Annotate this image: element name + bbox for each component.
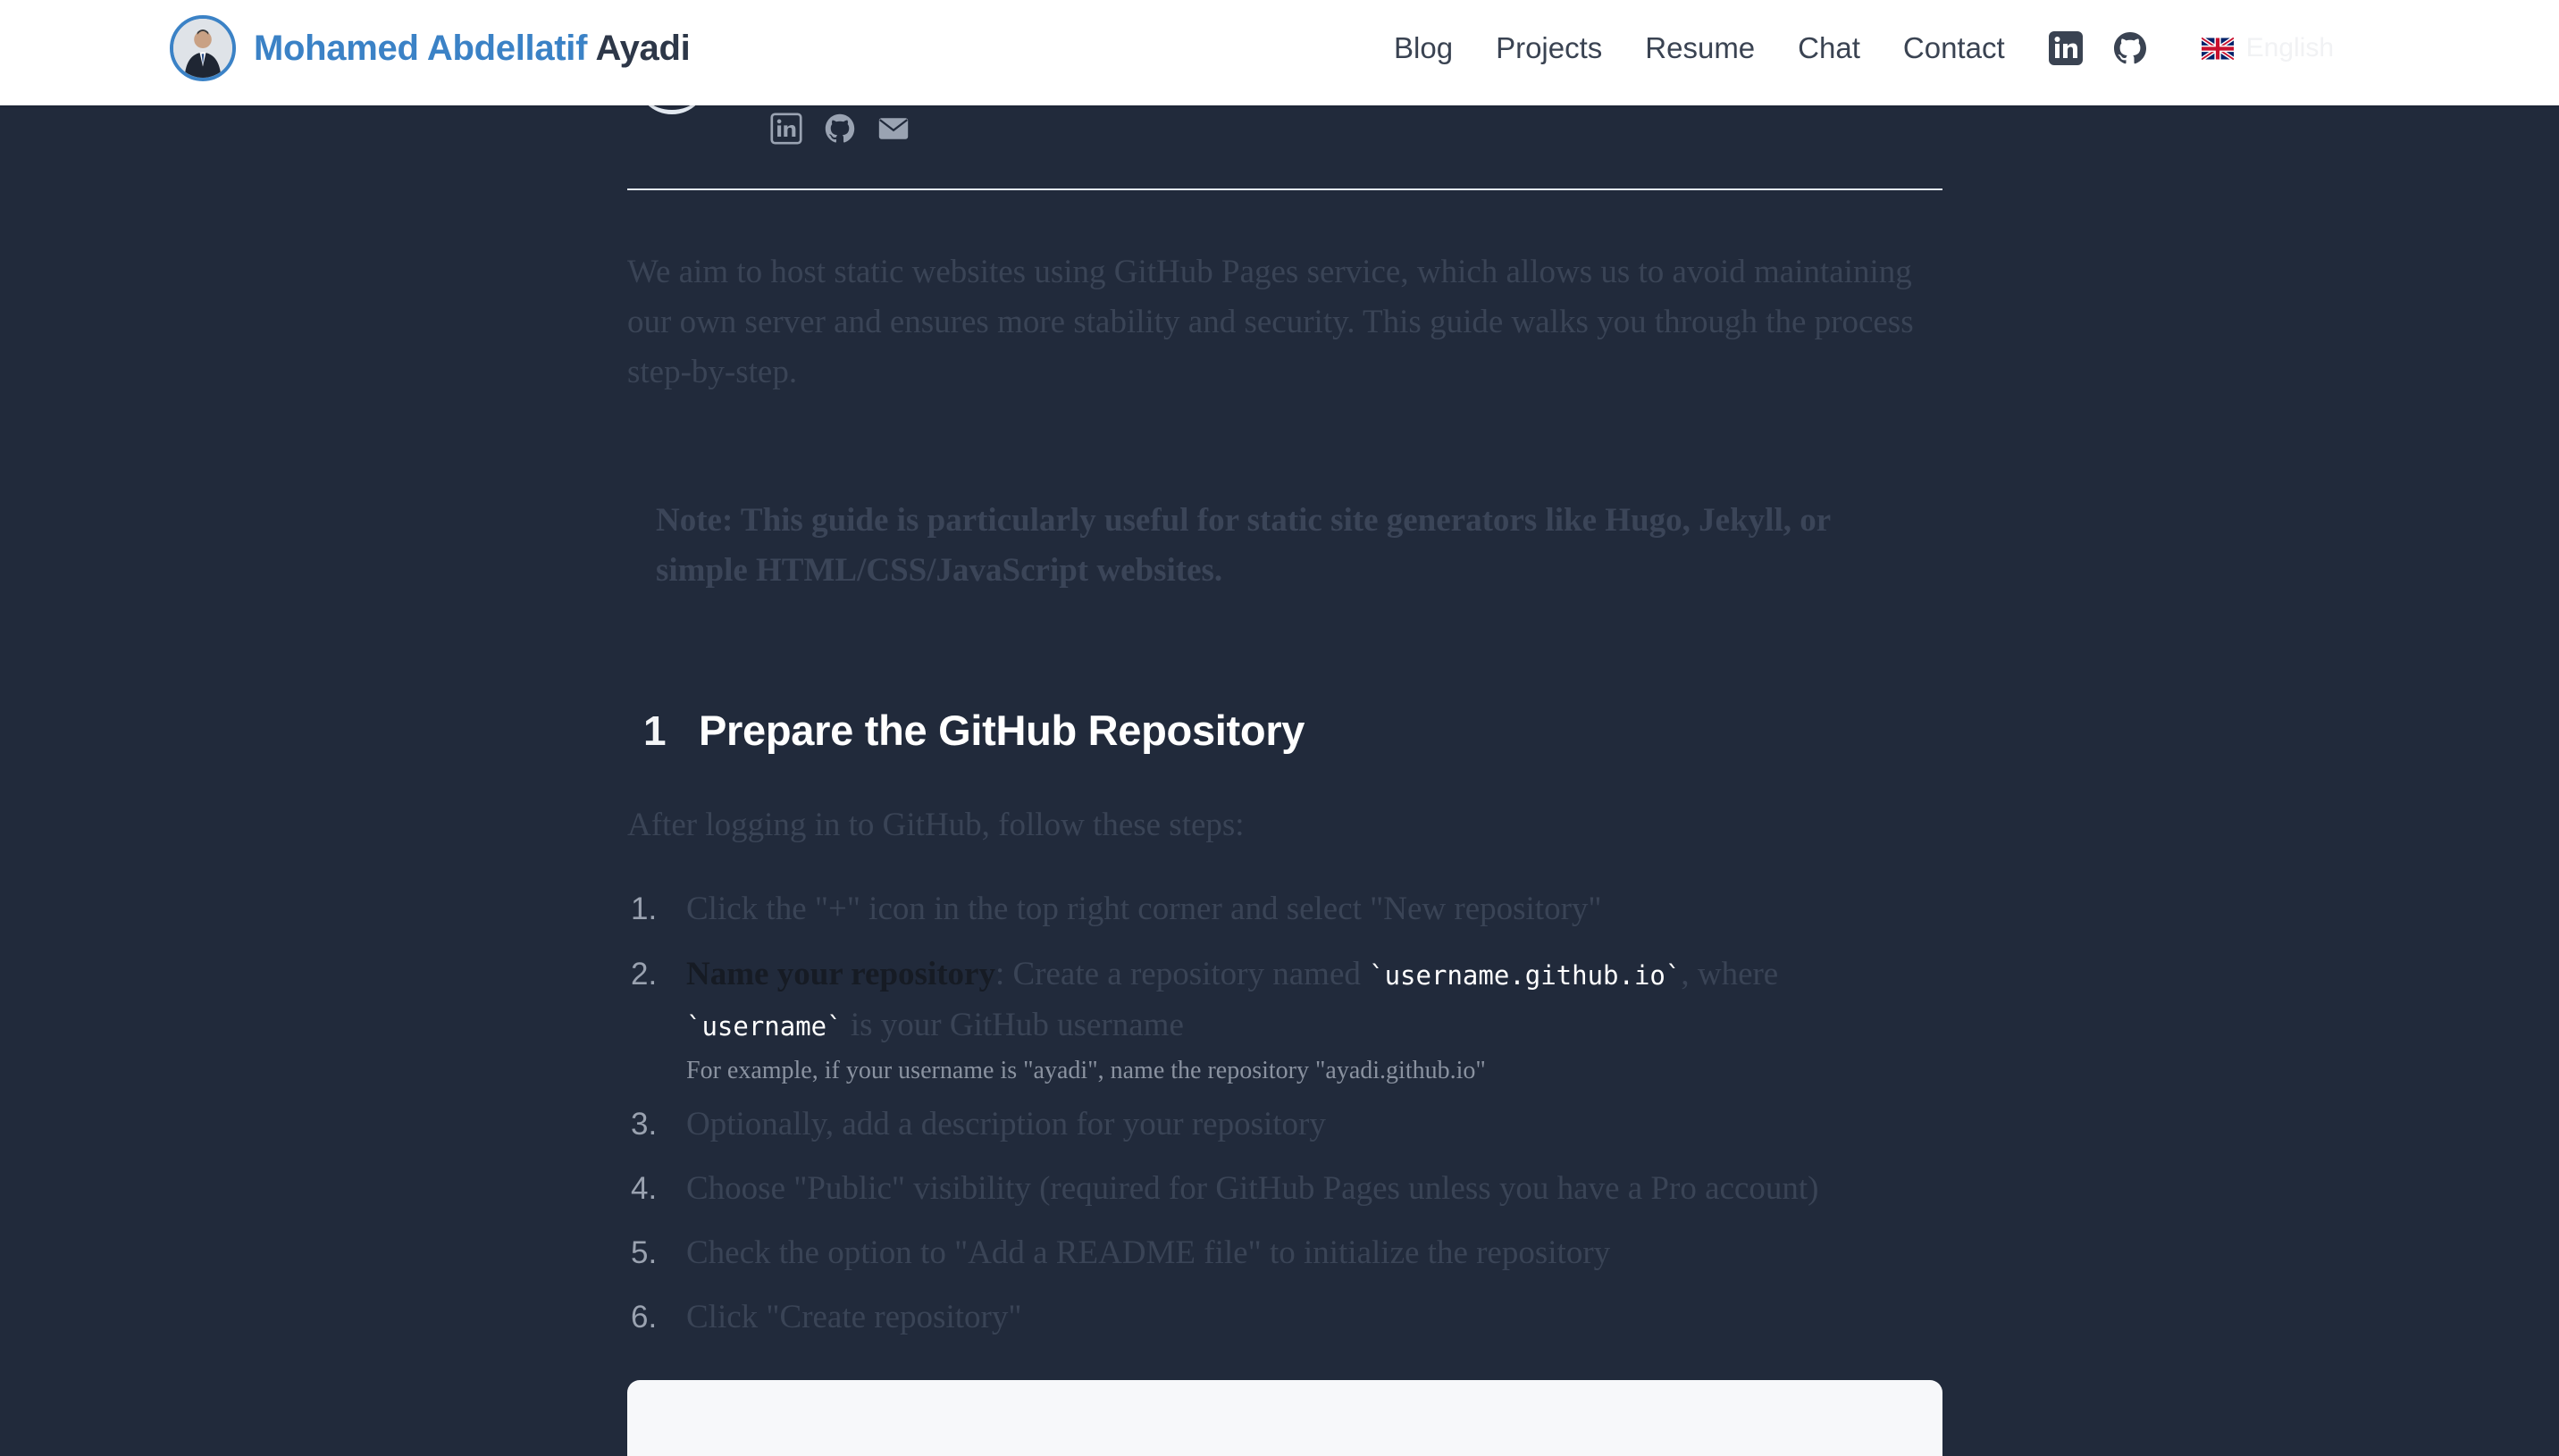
language-selector[interactable]: English	[2201, 33, 2335, 63]
nav-contact[interactable]: Contact	[1903, 31, 2005, 65]
step-text: Choose "Public" visibility (required for…	[686, 1170, 1819, 1207]
step-number: 1.	[631, 891, 658, 926]
nav-resume[interactable]: Resume	[1645, 31, 1755, 65]
step-text: Check the option to "Add a README file" …	[686, 1234, 1611, 1271]
note-callout: Note: This guide is particularly useful …	[656, 496, 1925, 596]
step-number: 5.	[631, 1235, 658, 1270]
github-icon[interactable]	[2112, 30, 2148, 66]
section-number: 1	[643, 707, 667, 754]
brand-home-link[interactable]: Mohamed Abdellatif Ayadi	[170, 12, 691, 85]
uk-flag-icon	[2201, 37, 2234, 60]
code-inline: `username.github.io`	[1369, 960, 1682, 991]
code-inline: `username`	[686, 1011, 843, 1042]
list-item: 5. Check the option to "Add a README fil…	[627, 1228, 1942, 1278]
brand-last-name: Ayadi	[595, 28, 691, 68]
brand-name: Mohamed Abdellatif Ayadi	[254, 28, 691, 69]
step-text: , where	[1681, 956, 1779, 992]
step-example: For example, if your username is "ayadi"…	[686, 1057, 1486, 1084]
article-intro: We aim to host static websites using Git…	[627, 254, 1914, 390]
step-number: 2.	[631, 957, 658, 992]
list-item: 1. Click the "+" icon in the top right c…	[627, 884, 1942, 934]
note-text: This guide is particularly useful for st…	[656, 502, 1831, 589]
section-title: Prepare the GitHub Repository	[699, 707, 1305, 754]
step-text: Click "Create repository"	[686, 1299, 1022, 1335]
nav-projects[interactable]: Projects	[1496, 31, 1602, 65]
nav-chat[interactable]: Chat	[1798, 31, 1860, 65]
step-text: is your GitHub username	[842, 1007, 1184, 1043]
list-item: 3. Optionally, add a description for you…	[627, 1100, 1942, 1150]
step-number: 3.	[631, 1107, 658, 1142]
list-item: 2. Name your repository: Create a reposi…	[627, 950, 1942, 1089]
step-number: 6.	[631, 1300, 658, 1335]
step-strong-text: Name your repository	[686, 956, 995, 992]
step-text: : Create a repository named	[994, 956, 1370, 992]
brand-first-name: Mohamed Abdellatif	[254, 28, 588, 68]
main-nav: Blog Projects Resume Chat Contact Englis…	[1394, 0, 2334, 96]
step-number: 4.	[631, 1171, 658, 1206]
steps-list: 1. Click the "+" icon in the top right c…	[627, 884, 1942, 1343]
section-intro: After logging in to GitHub, follow these…	[627, 807, 1245, 843]
note-label: Note:	[656, 502, 734, 539]
step-text: Optionally, add a description for your r…	[686, 1106, 1326, 1142]
author-social-links	[770, 113, 931, 145]
site-header: Mohamed Abdellatif Ayadi Blog Projects R…	[0, 0, 2559, 105]
step-text: Click the "+" icon in the top right corn…	[686, 891, 1602, 927]
linkedin-icon[interactable]	[2048, 30, 2084, 66]
nav-blog[interactable]: Blog	[1394, 31, 1453, 65]
profile-avatar	[170, 15, 236, 81]
list-item: 6. Click "Create repository"	[627, 1293, 1942, 1343]
language-label: English	[2245, 33, 2335, 63]
envelope-icon[interactable]	[877, 113, 910, 145]
linkedin-icon[interactable]	[770, 113, 802, 145]
code-block	[627, 1380, 1942, 1456]
github-icon[interactable]	[824, 113, 856, 145]
header-divider	[627, 188, 1942, 190]
section-heading: 1 Prepare the GitHub Repository	[643, 706, 1305, 755]
list-item: 4. Choose "Public" visibility (required …	[627, 1164, 1942, 1214]
